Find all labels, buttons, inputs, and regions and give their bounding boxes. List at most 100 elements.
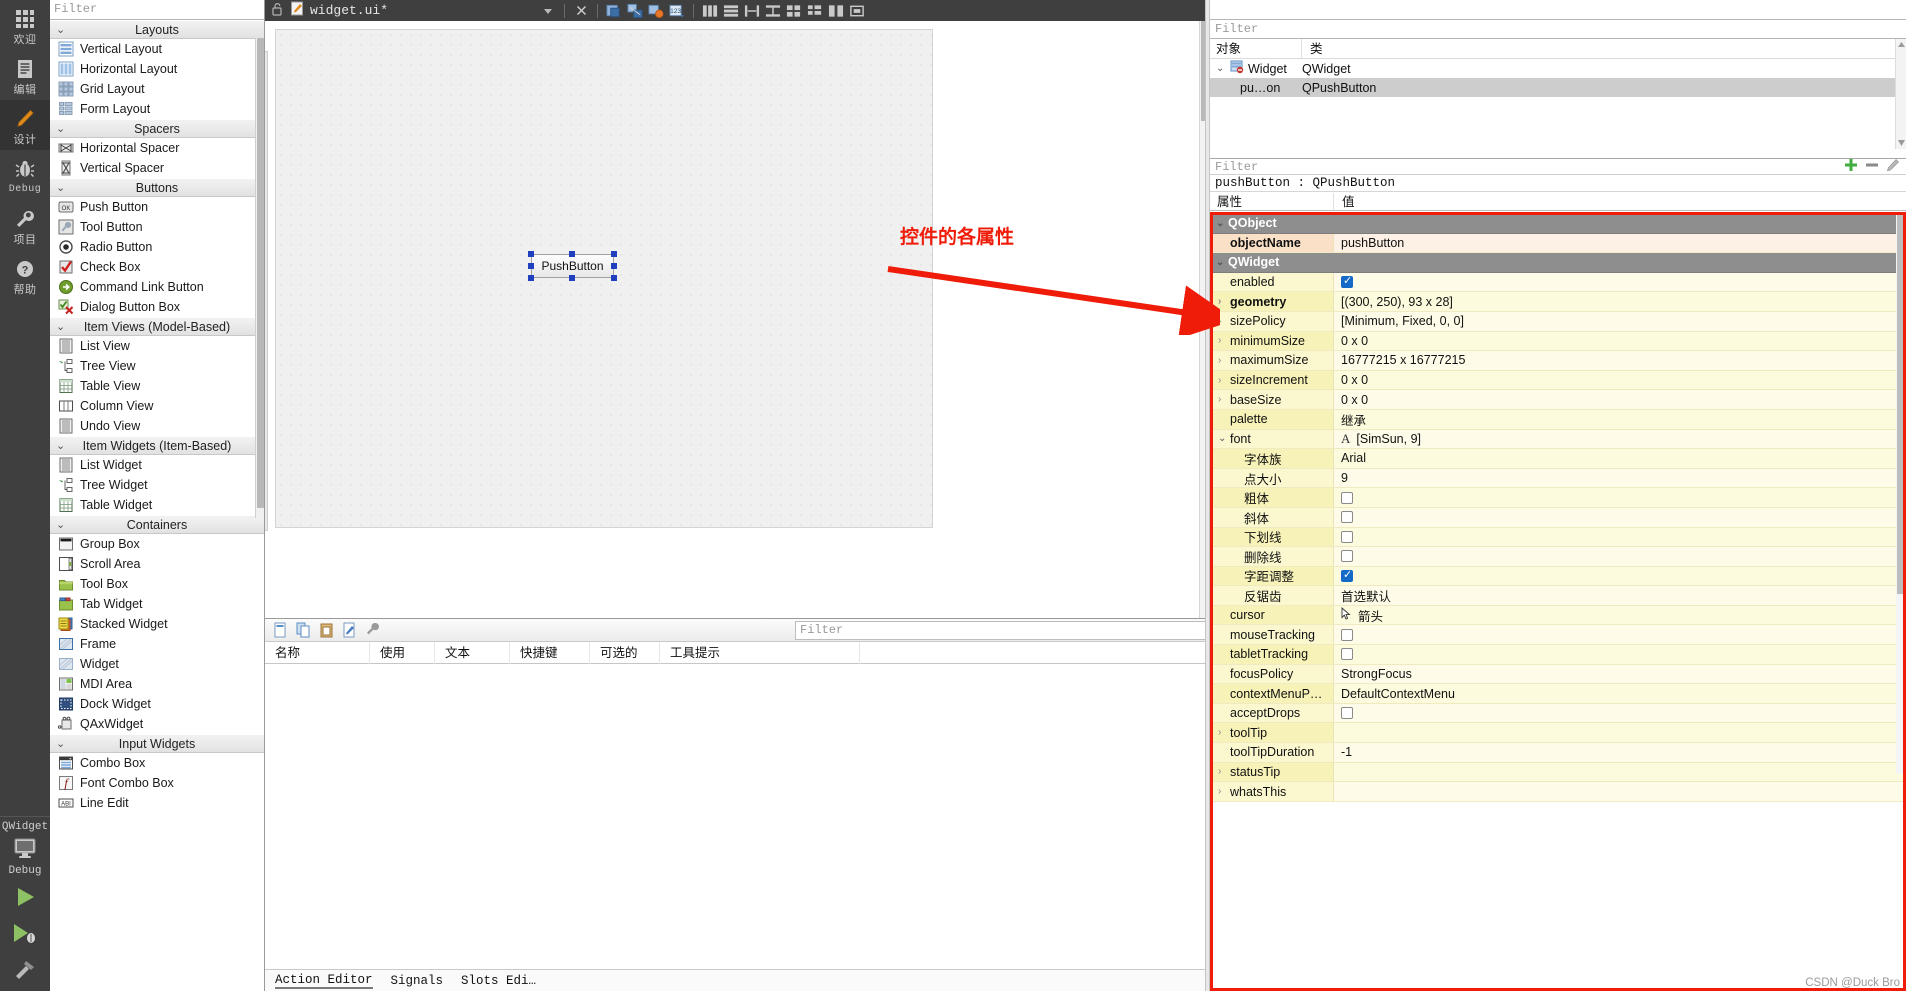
- widget-box-item[interactable]: OK Push Button: [50, 197, 264, 217]
- resize-handle-nw[interactable]: [528, 251, 534, 257]
- property-row[interactable]: cursor 箭头: [1210, 605, 1906, 626]
- layout-form-icon[interactable]: [807, 3, 823, 19]
- object-inspector-row[interactable]: ⌄ Widget QWidget: [1210, 59, 1906, 78]
- property-checkbox[interactable]: [1341, 628, 1353, 641]
- mode-item-design[interactable]: 设计: [0, 100, 50, 150]
- edit-icon[interactable]: [341, 622, 357, 638]
- widget-box-item[interactable]: Horizontal Spacer: [50, 138, 264, 158]
- mode-item-help[interactable]: ? 帮助: [0, 250, 50, 300]
- edit-signals-slots-icon[interactable]: [627, 3, 643, 19]
- copy-icon[interactable]: [295, 622, 311, 638]
- mode-item-edit[interactable]: 编辑: [0, 50, 50, 100]
- widget-box-item[interactable]: ABI Line Edit: [50, 793, 264, 813]
- widget-box-item[interactable]: Widget: [50, 654, 264, 674]
- widget-box-item[interactable]: Frame: [50, 634, 264, 654]
- widget-box-item[interactable]: Tool Button: [50, 217, 264, 237]
- widget-box-item[interactable]: Undo View: [50, 416, 264, 436]
- widget-box-item[interactable]: Group Box: [50, 534, 264, 554]
- property-value-cell[interactable]: A [SimSun, 9]: [1334, 429, 1906, 449]
- scrollbar-thumb[interactable]: [1897, 214, 1905, 594]
- property-value-cell[interactable]: [(300, 250), 93 x 28]: [1334, 292, 1906, 311]
- widget-box-group-header[interactable]: ⌄ Spacers: [50, 119, 264, 138]
- widget-box-item[interactable]: QAxWidget: [50, 714, 264, 734]
- monitor-icon[interactable]: [12, 835, 38, 861]
- chevron-down-icon[interactable]: ⌄: [1216, 63, 1226, 74]
- minus-icon[interactable]: [1865, 158, 1879, 175]
- property-row[interactable]: enabled: [1210, 272, 1906, 293]
- widget-box-item[interactable]: MDI Area: [50, 674, 264, 694]
- layout-grid-icon[interactable]: [786, 3, 802, 19]
- property-row[interactable]: 反锯齿 首选默认: [1210, 586, 1906, 606]
- property-value-cell[interactable]: [1334, 723, 1906, 743]
- widget-box-group-header[interactable]: ⌄ Item Views (Model-Based): [50, 317, 264, 336]
- property-value-cell[interactable]: 箭头: [1334, 605, 1906, 625]
- chevron-down-icon[interactable]: [540, 3, 556, 19]
- resize-handle-s[interactable]: [569, 275, 575, 281]
- widget-box-group-header[interactable]: ⌄ Containers: [50, 515, 264, 534]
- property-value-cell[interactable]: 0 x 0: [1334, 331, 1906, 351]
- splitter-horizontal-icon[interactable]: [744, 3, 760, 19]
- bottom-dock-tab[interactable]: Slots Edi…: [461, 974, 536, 988]
- property-value-cell[interactable]: DefaultContextMenu: [1334, 684, 1906, 703]
- widget-box-item[interactable]: Check Box: [50, 257, 264, 277]
- widget-box-group-header[interactable]: ⌄ Item Widgets (Item-Based): [50, 436, 264, 455]
- property-value-cell[interactable]: [1277, 214, 1906, 233]
- property-value-cell[interactable]: 继承: [1334, 409, 1906, 429]
- widget-box-item[interactable]: Scroll Area: [50, 554, 264, 574]
- property-value-cell[interactable]: [1334, 488, 1906, 507]
- property-value-cell[interactable]: [Minimum, Fixed, 0, 0]: [1334, 311, 1906, 331]
- property-checkbox[interactable]: [1341, 530, 1353, 543]
- property-row[interactable]: › geometry [(300, 250), 93 x 28]: [1210, 292, 1906, 312]
- bottom-dock-tab[interactable]: Action Editor: [275, 973, 373, 989]
- property-row[interactable]: › sizeIncrement 0 x 0: [1210, 370, 1906, 391]
- property-row[interactable]: acceptDrops: [1210, 703, 1906, 724]
- property-row[interactable]: › baseSize 0 x 0: [1210, 390, 1906, 410]
- property-value-cell[interactable]: [1334, 507, 1906, 527]
- resize-handle-se[interactable]: [611, 275, 617, 281]
- property-value-cell[interactable]: [1334, 625, 1906, 645]
- edit-buddies-icon[interactable]: [648, 3, 664, 19]
- property-checkbox[interactable]: [1341, 550, 1353, 563]
- property-value-cell[interactable]: 首选默认: [1334, 586, 1906, 605]
- property-value-cell[interactable]: 0 x 0: [1334, 370, 1906, 390]
- property-value-cell[interactable]: [1334, 272, 1906, 292]
- object-inspector-filter-input[interactable]: Filter: [1210, 19, 1906, 39]
- property-checkbox[interactable]: [1341, 648, 1353, 661]
- property-row[interactable]: › statusTip: [1210, 762, 1906, 783]
- property-value-cell[interactable]: -1: [1334, 743, 1906, 762]
- chevron-right-icon[interactable]: ›: [1218, 355, 1226, 366]
- property-value-cell[interactable]: [1334, 527, 1906, 547]
- resize-handle-ne[interactable]: [611, 251, 617, 257]
- widget-box-item[interactable]: Tab Widget: [50, 594, 264, 614]
- chevron-right-icon[interactable]: ›: [1218, 375, 1226, 386]
- widget-box-item[interactable]: Combo Box: [50, 753, 264, 773]
- build-button[interactable]: [0, 951, 50, 987]
- canvas-splitter-handle[interactable]: [265, 51, 268, 531]
- property-value-cell[interactable]: 0 x 0: [1334, 390, 1906, 409]
- property-checkbox[interactable]: [1341, 568, 1353, 582]
- property-row[interactable]: 字体族 Arial: [1210, 449, 1906, 469]
- chevron-right-icon[interactable]: ›: [1218, 766, 1226, 777]
- property-value-cell[interactable]: pushButton: [1334, 233, 1906, 253]
- widget-box-item[interactable]: Form Layout: [50, 99, 264, 119]
- widget-box-item[interactable]: List View: [50, 336, 264, 356]
- property-row[interactable]: toolTipDuration -1: [1210, 743, 1906, 763]
- property-editor-table[interactable]: ⌄ QObject objectName pushButton ⌄ QWidget enab…: [1210, 214, 1906, 991]
- widget-box-item[interactable]: Column View: [50, 396, 264, 416]
- object-inspector-scrollbar[interactable]: [1895, 39, 1906, 149]
- splitter-vertical-icon[interactable]: [765, 3, 781, 19]
- action-editor-column-header[interactable]: 工具提示: [660, 641, 860, 664]
- property-row[interactable]: focusPolicy StrongFocus: [1210, 664, 1906, 685]
- widget-box-item[interactable]: Vertical Layout: [50, 39, 264, 59]
- scrollbar-thumb[interactable]: [257, 38, 264, 508]
- property-group-row[interactable]: ⌄ QWidget: [1210, 253, 1906, 273]
- break-layout-icon[interactable]: [828, 3, 844, 19]
- property-value-cell[interactable]: [1334, 762, 1906, 782]
- property-value-cell[interactable]: 9: [1334, 468, 1906, 488]
- property-editor-filter-input[interactable]: Filter: [1210, 160, 1844, 174]
- mode-item-debug[interactable]: Debug: [0, 150, 50, 200]
- mode-item-projects[interactable]: 项目: [0, 200, 50, 250]
- property-group-row[interactable]: ⌄ QObject: [1210, 214, 1906, 234]
- action-editor-column-header[interactable]: 使用: [370, 641, 435, 664]
- widget-box-item[interactable]: Command Link Button: [50, 277, 264, 297]
